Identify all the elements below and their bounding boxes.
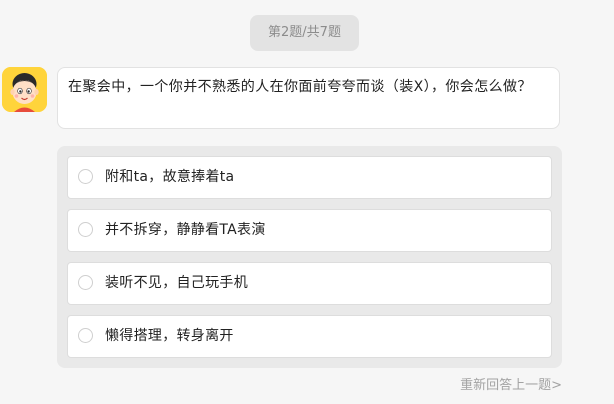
radio-circle-icon[interactable] xyxy=(78,222,93,237)
option-label: 并不拆穿，静静看TA表演 xyxy=(105,222,266,238)
redo-previous-link[interactable]: 重新回答上一题> xyxy=(460,374,562,393)
progress-badge: 第2题/共7题 xyxy=(250,15,359,51)
option-2[interactable]: 并不拆穿，静静看TA表演 xyxy=(67,209,552,252)
option-label: 懒得搭理，转身离开 xyxy=(105,328,234,344)
option-4[interactable]: 懒得搭理，转身离开 xyxy=(67,315,552,358)
question-bubble: 在聚会中，一个你并不熟悉的人在你面前夸夸而谈（装X），你会怎么做？ xyxy=(57,67,560,129)
avatar xyxy=(2,67,47,112)
radio-circle-icon[interactable] xyxy=(78,328,93,343)
radio-circle-icon[interactable] xyxy=(78,275,93,290)
cartoon-boy-avatar-icon xyxy=(2,67,47,112)
option-1[interactable]: 附和ta，故意捧着ta xyxy=(67,156,552,199)
radio-circle-icon[interactable] xyxy=(78,169,93,184)
option-3[interactable]: 装听不见，自己玩手机 xyxy=(67,262,552,305)
option-label: 附和ta，故意捧着ta xyxy=(105,169,235,185)
progress-label: 第2题/共7题 xyxy=(268,25,341,40)
question-text: 在聚会中，一个你并不熟悉的人在你面前夸夸而谈（装X），你会怎么做？ xyxy=(68,79,532,95)
option-label: 装听不见，自己玩手机 xyxy=(105,275,248,291)
options-panel: 附和ta，故意捧着ta 并不拆穿，静静看TA表演 装听不见，自己玩手机 懒得搭理… xyxy=(57,146,562,368)
